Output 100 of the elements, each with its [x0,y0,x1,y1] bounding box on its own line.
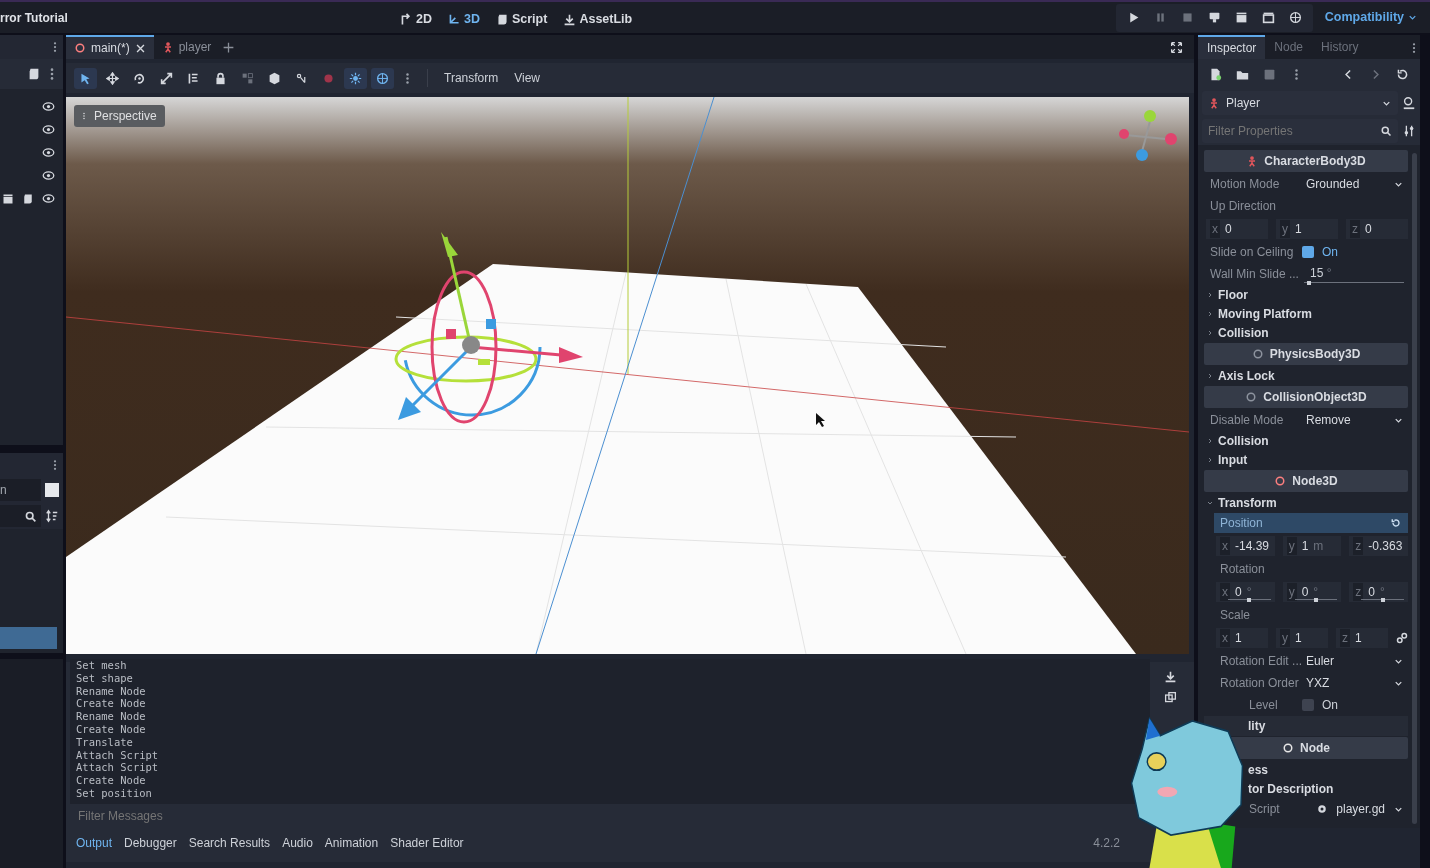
resource-dropdown[interactable]: player.gd [1302,800,1408,818]
perspective-menu-button[interactable]: Perspective [74,105,165,127]
class-name: Node [1300,740,1330,757]
number-field[interactable]: z 1 [1336,628,1388,648]
dock-tab[interactable]: Inspector [1198,35,1266,59]
group-toggle[interactable]: Moving Platform [1206,304,1312,323]
link-icon[interactable] [1396,632,1408,644]
group-toggle[interactable]: Input [1206,450,1248,469]
sun-icon [349,71,362,85]
checkbox[interactable] [1302,699,1314,711]
checkbox-label: On [1322,697,1338,714]
property-label: Rotation Edit ... [1219,653,1302,670]
number-field[interactable]: x -14.39 [1216,536,1275,556]
enum-dropdown[interactable]: Grounded [1302,175,1408,193]
property-label: Level [1248,697,1279,714]
number-field[interactable]: x 0 [1206,219,1268,239]
workspace-tab[interactable]: AssetLib [559,8,637,31]
workspace-tab[interactable]: 3D [444,8,484,31]
panel-tab[interactable]: Animation [318,834,385,852]
menu-button[interactable]: View [508,69,547,87]
group-toggle[interactable]: Axis Lock [1206,366,1275,385]
number-field[interactable]: z 0 [1346,219,1408,239]
panel-tab[interactable]: Output [70,834,119,852]
slider-thumb[interactable] [1247,597,1252,602]
number-field[interactable]: z -0.363 [1349,536,1408,556]
pointer-icon [79,71,92,85]
visibility-toggle[interactable] [42,123,55,136]
number-field[interactable]: z 0 ° [1349,582,1408,602]
panel-tab[interactable]: Shader Editor [384,834,470,852]
checkbox[interactable] [1302,246,1314,258]
move-icon [106,71,119,85]
class-name: Node3D [1292,473,1338,490]
number-field[interactable]: y 1 [1276,628,1328,648]
enum-dropdown[interactable]: YXZ [1302,674,1408,692]
download-icon [563,12,577,26]
turn-arrow-icon [400,12,413,26]
path-field[interactable]: n [0,479,41,501]
number-field[interactable]: y 0 ° [1282,582,1342,602]
group-toggle[interactable]: Transform [1206,493,1277,512]
clapper-icon [2,192,14,205]
square-icon [45,483,59,497]
property-label[interactable]: Position [1214,513,1408,533]
visibility-toggle[interactable] [42,192,55,205]
group-toggle[interactable]: Collision [1206,323,1269,342]
group-toggle[interactable]: tor Description [1248,779,1334,798]
slider-field[interactable]: 15 ° [1302,263,1408,285]
panel-tab[interactable]: Search Results [182,834,277,852]
renderer-dropdown[interactable]: Compatibility [1320,6,1422,29]
property-label: Rotation Order [1219,675,1300,692]
search-field[interactable] [0,505,41,527]
property-label: Disable Mode [1209,412,1285,429]
property-label: Rotation [1219,561,1266,578]
checkbox-label: On [1322,244,1338,261]
number-field[interactable]: y 1 m [1282,536,1342,556]
copy-icon [1163,691,1177,704]
scene-viewport-drawing[interactable] [66,97,1189,654]
expand-icon [1170,40,1183,54]
stop-icon [1180,11,1194,24]
close-icon [134,42,146,54]
number-field[interactable]: x 0 ° [1216,582,1275,602]
tool-button[interactable] [344,67,367,89]
visibility-toggle[interactable] [42,169,55,182]
visibility-toggle[interactable] [42,146,55,159]
slider-thumb[interactable] [1314,597,1318,602]
clapper-outline-icon [1261,11,1275,24]
slider-thumb[interactable] [1380,597,1385,602]
number-field[interactable]: x 1 [1216,628,1268,648]
clapper-icon [1234,11,1248,24]
group-toggle[interactable]: Floor [1206,285,1248,304]
group-toggle[interactable]: ess [1248,760,1269,779]
slider-thumb[interactable] [1307,280,1311,285]
more-icon [80,110,88,122]
panel-tab[interactable]: Debugger [118,834,183,852]
property-label: Wall Min Slide ... [1209,266,1300,283]
enum-dropdown[interactable]: Euler [1302,652,1408,670]
figure-icon [1208,97,1220,109]
workspace-tab[interactable]: 2D [396,8,436,31]
workspace-tab[interactable]: Script [491,8,552,31]
eye-icon [42,169,55,182]
class-name: PhysicsBody3D [1269,346,1361,363]
tool-button[interactable] [74,67,97,89]
tool-button[interactable] [371,67,394,89]
tune-icon [1402,124,1416,138]
object-selector[interactable]: Player [1202,91,1398,115]
eye-icon [42,192,55,205]
enum-dropdown[interactable]: Remove [1302,411,1408,429]
class-name: CollisionObject3D [1263,389,1367,406]
visibility-toggle[interactable] [42,100,55,113]
scene-tab[interactable]: main(*) [66,35,154,59]
output-log: Set mesh Set shape Rename Node Create Node Rename Node Create Node Translate Attach Script Attach Script Create Node Set position [70,659,1150,804]
property-label: Up Direction [1209,198,1278,215]
panel-tab[interactable]: Audio [276,834,319,852]
search-icon [24,509,37,523]
group-toggle[interactable]: Collision [1206,431,1269,450]
scene-tab[interactable]: player [153,35,220,59]
menu-button[interactable]: Transform [438,69,505,87]
filter-field[interactable]: Filter Properties [1202,119,1374,143]
number-field[interactable]: y 1 [1276,219,1338,239]
project-title: rror Tutorial [0,9,68,27]
lock-icon [214,71,227,85]
